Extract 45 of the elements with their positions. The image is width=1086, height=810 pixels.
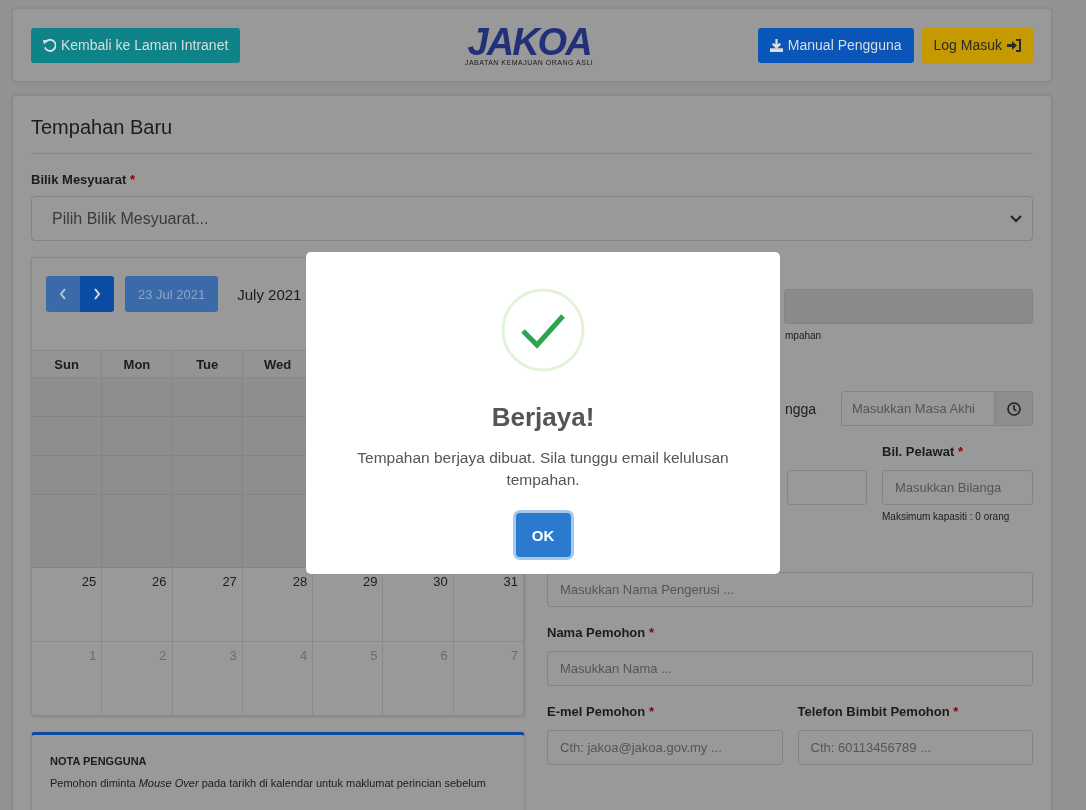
dialog-title: Berjaya!	[491, 402, 595, 433]
page-title: Tempahan Baru	[31, 116, 1033, 154]
weekday-header: Mon	[102, 350, 173, 378]
visitors-field[interactable]: Masukkan Bilanga	[882, 470, 1033, 505]
sign-in-icon	[1007, 38, 1021, 52]
email-field[interactable]: Cth: jakoa@jakoa.gov.my ...	[547, 730, 783, 765]
dialog-message: Tempahan berjaya dibuat. Sila tunggu email kelulusan tempahan.	[356, 448, 730, 490]
calendar-cell[interactable]: 27	[172, 568, 243, 642]
login-button[interactable]: Log Masuk	[921, 27, 1033, 63]
field-label: E-mel Pemohon *	[547, 704, 655, 719]
field-label: Telefon Bimbit Pemohon *	[797, 704, 960, 719]
back-button[interactable]: Kembali ke Laman Intranet	[31, 27, 241, 63]
field-hint: Maksimum kapasiti : 0 orang	[882, 511, 1011, 522]
note-title: NOTA PENGGUNA	[50, 755, 148, 767]
calendar-cell[interactable]: 26	[102, 568, 173, 642]
field-label: Bil. Pelawat *	[882, 444, 964, 459]
prev-button[interactable]	[46, 276, 80, 312]
chevron-down-icon	[1010, 214, 1022, 223]
day-number[interactable]: 26	[152, 568, 172, 589]
day-number[interactable]: 25	[81, 568, 102, 589]
ok-button[interactable]: OK	[515, 513, 571, 557]
name-field[interactable]: Masukkan Nama ...	[547, 651, 1033, 686]
chevron-right-icon	[93, 288, 101, 300]
chairperson-field[interactable]: Masukkan Nama Pengerusi ...	[547, 572, 1033, 607]
room-select[interactable]: Pilih Bilik Mesyuarat...	[31, 196, 1033, 241]
field-label: Bilik Mesyuarat *	[31, 172, 137, 187]
manual-button[interactable]: Manual Pengguna	[757, 27, 914, 63]
download-icon	[769, 38, 783, 52]
weekday-header: Tue	[172, 350, 243, 378]
note-text: Pemohon diminta Mouse Over pada tarikh di kalendar untuk maklumat perincian sebelum	[50, 777, 487, 789]
calendar-title: July 2021	[237, 285, 302, 303]
day-number[interactable]: 27	[222, 568, 242, 589]
phone-field[interactable]: Cth: 60113456789 ...	[797, 730, 1033, 765]
end-time-field[interactable]: Masukkan Masa Akhi	[841, 391, 1033, 426]
chevron-left-icon	[59, 288, 67, 300]
calendar-cell[interactable]: 25	[32, 568, 103, 642]
clock-icon	[1006, 401, 1021, 416]
field-hint: mpahan	[785, 330, 823, 341]
field-label: Nama Pemohon *	[547, 625, 655, 640]
weekday-header: Sun	[32, 350, 103, 378]
undo-icon	[43, 38, 56, 52]
field-label: ngga	[785, 400, 817, 417]
check-circle-icon	[501, 288, 585, 372]
day-number[interactable]: 28	[292, 568, 313, 589]
next-button[interactable]	[80, 276, 114, 312]
